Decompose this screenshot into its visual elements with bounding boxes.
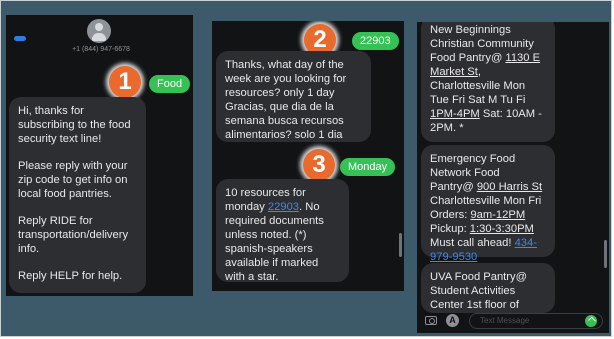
welcome-paragraph: Hi, thanks for subscribing to the food s… (18, 105, 131, 145)
scrollbar[interactable] (604, 240, 607, 268)
compose-bar: A Text Message (417, 310, 609, 333)
send-icon[interactable] (585, 315, 597, 327)
app-store-icon[interactable]: A (446, 314, 459, 327)
message-input-placeholder: Text Message (480, 316, 530, 325)
outgoing-message-food: Food (149, 75, 191, 93)
conversation-screen-3: New Beginnings Christian Community Food … (417, 22, 609, 333)
resources-notes-text: . No required documents unless noted. (*… (225, 201, 324, 283)
pantry-pickup-link[interactable]: 1:30-3:30PM (470, 223, 534, 235)
back-indicator[interactable] (14, 36, 26, 41)
incoming-message-pantry-uva: UVA Food Pantry@ Student Activities Cent… (421, 263, 555, 313)
scrollbar[interactable] (399, 233, 402, 257)
incoming-message-welcome: Hi, thanks for subscribing to the food s… (9, 97, 146, 293)
contact-phone-number: +1 (844) 947-6678 (72, 46, 130, 53)
message-input[interactable]: Text Message (469, 313, 603, 329)
pantry-orders-link[interactable]: 9am-12PM (470, 209, 525, 221)
step-badge-3: 3 (303, 149, 335, 181)
contact-avatar-icon[interactable] (87, 19, 111, 43)
screenshot-collage-frame: +1 (844) 947-6678 1 Food Hi, thanks for … (0, 0, 612, 337)
step-badge-1: 1 (109, 66, 141, 98)
zip-code-link[interactable]: 22903 (268, 201, 299, 213)
outgoing-message-monday: Monday (340, 158, 396, 176)
outgoing-message-zip: 22903 (352, 32, 399, 50)
camera-icon[interactable] (425, 316, 437, 325)
incoming-message-pantry-emergency-food-network: Emergency Food Network Food Pantry@ 900 … (421, 145, 555, 263)
pantry-call-ahead-text: Must call ahead! (430, 237, 515, 249)
conversation-screen-1: +1 (844) 947-6678 1 Food Hi, thanks for … (6, 15, 193, 296)
ride-instruction-paragraph: Reply RIDE for transportation/delivery i… (18, 215, 129, 255)
zip-instruction-paragraph: Please reply with your zip code to get i… (18, 160, 128, 200)
help-instruction-paragraph: Reply HELP for help. (18, 270, 123, 282)
incoming-message-pantry-new-beginnings: New Beginnings Christian Community Food … (421, 22, 555, 142)
conversation-screen-2: 2 22903 Thanks, what day of the week are… (212, 21, 404, 291)
pantry-pickup-label: Pickup: (430, 223, 470, 235)
incoming-message-day-question: Thanks, what day of the week are you loo… (216, 51, 371, 142)
pantry-hours-link[interactable]: 1PM-4PM (430, 108, 480, 120)
pantry-address-link[interactable]: 900 Harris St (477, 181, 542, 193)
incoming-message-resources: 10 resources for monday 22903. No requir… (216, 179, 349, 283)
